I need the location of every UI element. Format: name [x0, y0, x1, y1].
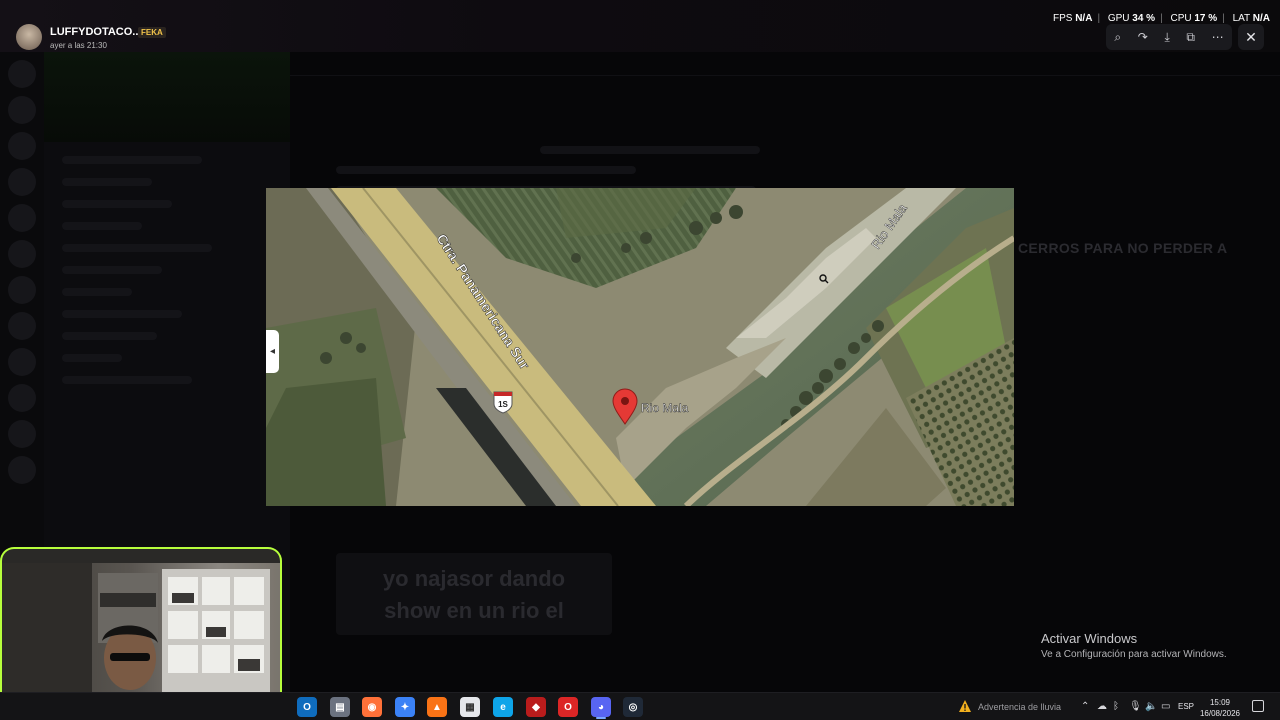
sticker-line-1: yo najasor dando: [382, 566, 566, 591]
lat-value: N/A: [1252, 13, 1270, 24]
chat-heading-fragment: CERROS PARA NO PERDER A: [1018, 240, 1228, 256]
more-icon[interactable]: ⋯: [1212, 30, 1224, 44]
discord-icon[interactable]: ◕: [591, 697, 611, 717]
sticker-line-2: show en un rio el: [384, 598, 564, 623]
post-timestamp: ayer a las 21:30: [50, 41, 107, 50]
network-icon[interactable]: ▭: [1161, 701, 1170, 712]
activation-watermark: Activar Windows Ve a Configuración para …: [1041, 631, 1227, 660]
firefox-icon[interactable]: ◉: [362, 697, 382, 717]
lat-label: LAT: [1232, 13, 1250, 24]
role-badge: FEKA: [138, 27, 166, 38]
onedrive-icon[interactable]: ☁: [1097, 701, 1107, 712]
route-shield-label: 1S: [498, 400, 508, 409]
taskbar: O ▤ ◉ ✦ ▲ ▦ e ◆ O ◕ ◎ Advertencia de llu…: [0, 692, 1280, 720]
route-shield: 1S: [493, 391, 513, 414]
download-icon[interactable]: ⤓: [1164, 30, 1169, 45]
author-name[interactable]: LUFFYDOTACO...: [50, 26, 141, 38]
dota-icon[interactable]: ◆: [526, 697, 546, 717]
fps-label: FPS: [1052, 13, 1073, 24]
satellite-map-image: Rio Mala Ctra. Panamericana Sur 1S Rio M…: [266, 188, 1014, 506]
store-icon[interactable]: ▦: [460, 697, 480, 717]
activation-subtitle: Ve a Configuración para activar Windows.: [1041, 649, 1227, 660]
stream-overlay-bar: LUFFYDOTACO... FEKA ayer a las 21:30 FPS…: [0, 0, 1280, 52]
performance-stats: FPS N/A | GPU 34 % | CPU 17 % | LAT N/A: [1052, 13, 1270, 24]
activation-title: Activar Windows: [1041, 631, 1138, 646]
outlook-icon[interactable]: O: [297, 697, 317, 717]
copilot-icon[interactable]: ✦: [395, 697, 415, 717]
chevron-left-icon: ◂: [269, 346, 276, 357]
clock-time: 15:09: [1209, 698, 1231, 707]
gpu-value: 34 %: [1132, 13, 1156, 24]
zoom-in-icon[interactable]: ⌕: [1114, 30, 1121, 45]
obs-icon[interactable]: ◎: [623, 697, 643, 717]
clock-date: 16/08/2026: [1199, 709, 1241, 718]
image-toolbar: ⌕ ↷ ⤓ ⧉ ⋯: [1106, 24, 1232, 50]
clock[interactable]: 15:09 16/08/2026: [1198, 697, 1242, 719]
vlc-icon[interactable]: ▲: [427, 697, 447, 717]
edge-icon[interactable]: e: [493, 697, 513, 717]
desktop-screen: CERROS PARA NO PERDER A yo najasor dando…: [0, 0, 1280, 720]
opera-icon[interactable]: O: [558, 697, 578, 717]
warning-icon[interactable]: [958, 699, 972, 713]
fps-value: N/A: [1075, 13, 1093, 24]
files-icon[interactable]: ▤: [330, 697, 350, 717]
sticker-message: yo najasor dando show en un rio el: [336, 553, 612, 635]
microphone-icon[interactable]: 🎙: [1129, 701, 1142, 712]
pin-label: Rio Mala: [641, 401, 689, 415]
language-indicator[interactable]: ESP: [1178, 702, 1194, 711]
forward-icon[interactable]: ↷: [1138, 30, 1148, 44]
cpu-label: CPU: [1170, 13, 1192, 24]
close-viewer-button[interactable]: ✕: [1238, 24, 1264, 50]
collapse-panel-button[interactable]: ◂: [266, 330, 279, 373]
bluetooth-icon[interactable]: ᛒ: [1113, 701, 1119, 712]
gpu-label: GPU: [1107, 13, 1130, 24]
notification-icon[interactable]: [1252, 700, 1264, 712]
image-viewer[interactable]: Rio Mala Ctra. Panamericana Sur 1S Rio M…: [266, 188, 1014, 506]
avatar[interactable]: [16, 24, 42, 50]
volume-icon[interactable]: 🔈: [1145, 701, 1157, 712]
chevron-up-icon[interactable]: ⌃: [1081, 701, 1089, 712]
weather-alert[interactable]: Advertencia de lluvia: [978, 702, 1061, 712]
cpu-value: 17 %: [1194, 13, 1218, 24]
open-external-icon[interactable]: ⧉: [1186, 30, 1195, 45]
active-app-indicator: [596, 717, 606, 719]
close-icon: ✕: [1245, 29, 1257, 45]
